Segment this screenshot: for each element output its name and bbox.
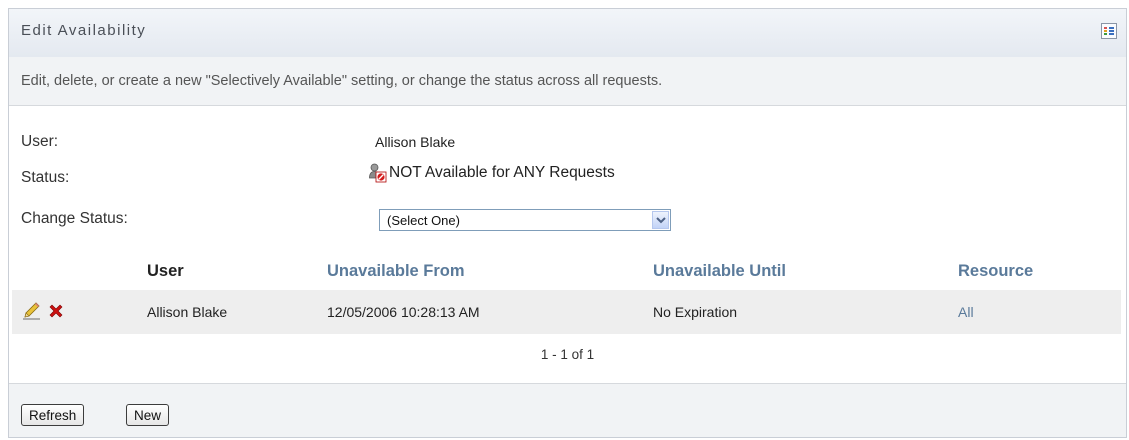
column-header-user: User: [147, 262, 184, 280]
column-header-unavailable-until[interactable]: Unavailable Until: [653, 262, 786, 281]
new-button[interactable]: New: [126, 404, 170, 426]
change-status-select[interactable]: (Select One): [379, 209, 671, 231]
description-area: Edit, delete, or create a new "Selective…: [9, 57, 1126, 106]
edit-availability-panel: Edit Availability Edit, delete, or creat…: [8, 8, 1127, 438]
footer-toolbar: Refresh New: [9, 383, 1126, 437]
not-available-user-icon: [369, 163, 387, 183]
panel-title: Edit Availability: [21, 22, 147, 39]
column-header-unavailable-from[interactable]: Unavailable From: [327, 262, 465, 281]
cell-unavailable-until: No Expiration: [653, 304, 738, 320]
edit-pencil-icon[interactable]: [22, 302, 42, 325]
status-value: NOT Available for ANY Requests: [369, 163, 615, 183]
delete-icon[interactable]: [48, 303, 64, 324]
cell-unavailable-from: 12/05/2006 10:28:13 AM: [327, 304, 480, 320]
user-label: User:: [21, 133, 59, 150]
refresh-button[interactable]: Refresh: [21, 404, 85, 426]
cell-resource-link[interactable]: All: [958, 304, 974, 320]
change-status-selected-value: (Select One): [387, 213, 460, 228]
status-label: Status:: [21, 169, 70, 186]
grid-layout-icon[interactable]: [1101, 23, 1117, 39]
cell-user: Allison Blake: [147, 304, 228, 320]
panel-titlebar: Edit Availability: [9, 9, 1126, 58]
status-text: NOT Available for ANY Requests: [389, 164, 615, 181]
table-row: Allison Blake 12/05/2006 10:28:13 AM No …: [12, 290, 1121, 334]
column-header-resource[interactable]: Resource: [958, 262, 1033, 281]
user-value: Allison Blake: [375, 134, 456, 150]
pagination-info: 1 - 1 of 1: [540, 347, 595, 362]
change-status-label: Change Status:: [21, 210, 128, 227]
panel-description: Edit, delete, or create a new "Selective…: [21, 73, 663, 89]
chevron-down-icon[interactable]: [652, 211, 669, 229]
